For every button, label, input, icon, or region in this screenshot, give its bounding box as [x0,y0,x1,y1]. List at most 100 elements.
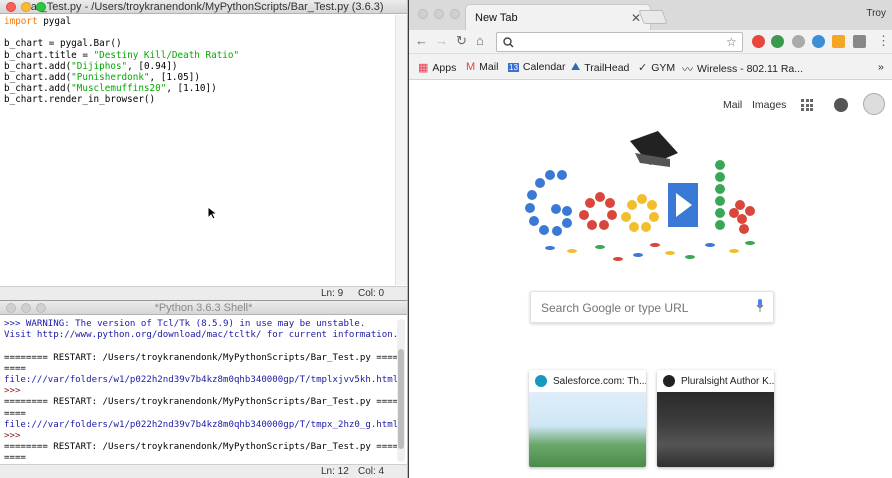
line-indicator: Ln: 9 [321,288,344,299]
forward-arrow-icon[interactable]: → [435,34,448,48]
extension-box-icon[interactable] [853,35,866,48]
trailhead-icon: ⛰ [571,61,581,73]
bookmarks-overflow[interactable]: » [878,61,884,73]
chrome-window: New Tab ✕ Troy ← → ↻ ⌂ ☆ ⋮ ▦ Apps M Mail 1… [409,0,892,478]
code-line: b_chart.title = [4,49,94,61]
profile-name[interactable]: Troy [866,8,886,19]
bookmark-apps[interactable]: ▦ Apps [418,61,457,75]
code-line: b_chart = pygal.Bar() [4,38,122,50]
line-indicator: Ln: 12 [321,466,349,477]
close-button[interactable] [418,9,428,19]
column-indicator: Col: 4 [358,466,385,477]
pluralsight-icon [663,375,675,387]
new-tab-page: Mail Images Search Google or type URL Sa… [409,81,892,478]
code-string: "Destiny Kill/Death Ratio" [93,49,240,61]
bookmark-gym[interactable]: ✓ GYM [638,61,676,75]
extension-grammarly-icon[interactable] [771,35,784,48]
apps-grid-icon[interactable] [801,99,813,111]
minimize-button[interactable] [21,2,31,12]
avatar[interactable] [863,93,885,115]
code-line: b_chart.render_in_browser() [4,94,156,106]
calendar-icon: 13 [508,62,519,72]
shell-restart-line: ======== RESTART: /Users/troykranendonk/… [4,352,404,363]
shell-restart-cont: ==== [4,363,26,374]
shell-restart-line: ======== RESTART: /Users/troykranendonk/… [4,442,404,453]
extension-opera-icon[interactable] [752,35,765,48]
bookmark-label: Wireless - 802.11 Ra... [697,63,804,75]
address-bar[interactable]: ☆ [496,32,743,52]
star-icon[interactable]: ☆ [726,35,737,49]
bookmark-label: GYM [651,61,676,74]
most-visited-tile[interactable]: Salesforce.com: Th... [529,370,646,467]
bookmark-calendar[interactable]: 13 Calendar [508,61,566,73]
minimize-button[interactable] [21,303,31,313]
zoom-button[interactable] [450,9,460,19]
home-icon[interactable]: ⌂ [476,34,484,48]
bookmark-label: Mail [479,61,499,73]
shell-restart-cont: ==== [4,408,26,419]
code-line: pygal [37,16,72,27]
apps-grid-icon: ▦ [418,62,429,74]
tab-new-tab[interactable]: New Tab ✕ [465,4,651,30]
extension-pencil-icon[interactable] [832,35,845,48]
tile-title: Pluralsight Author K... [681,376,774,387]
shell-restart-cont: ==== [4,453,26,464]
shell-file-path: file:///var/folders/w1/p022h2nd39v7b4kz8… [4,419,399,430]
mail-link[interactable]: Mail [723,99,742,111]
extension-circle-icon[interactable] [812,35,825,48]
zoom-button[interactable] [36,2,46,12]
bookmark-label: Calendar [522,61,566,73]
most-visited-tile[interactable]: Pluralsight Author K... [657,370,774,467]
search-input[interactable]: Search Google or type URL [530,291,774,323]
menu-icon[interactable]: ⋮ [877,34,890,48]
shell-prompt: >>> [4,386,21,397]
shell-titlebar: *Python 3.6.3 Shell* [0,301,407,315]
code-line: , [1.05]) [149,72,200,84]
checkmark-icon: ✓ [638,62,648,74]
bookmarks-bar: ▦ Apps M Mail 13 Calendar ⛰ TrailHead ✓ GYM 〰… [409,54,892,80]
code-line: , [1.10]) [166,83,217,95]
extension-g-icon[interactable] [792,35,805,48]
bookmark-label: Apps [432,61,457,74]
bookmark-trailhead[interactable]: ⛰ TrailHead [571,61,629,74]
code-string: "Punisherdonk" [71,72,150,84]
search-icon [503,37,514,48]
back-arrow-icon[interactable]: ← [415,34,428,48]
new-tab-button[interactable] [638,10,668,24]
code-line: b_chart.add( [4,60,72,72]
close-button[interactable] [6,303,16,313]
code-editor[interactable]: import pygal b_chart = pygal.Bar() b_cha… [4,16,239,106]
minimize-button[interactable] [434,9,444,19]
editor-statusbar: Ln: 9 Col: 0 [0,286,407,300]
code-line: b_chart.add( [4,72,72,84]
salesforce-icon [535,375,547,387]
shell-window: *Python 3.6.3 Shell* >>> WARNING: The ve… [0,300,408,478]
scrollbar-thumb[interactable] [398,349,404,449]
tile-thumbnail [529,392,646,467]
shell-warning: Visit http://www.python.org/download/mac… [4,330,399,341]
shell-prompt: >>> [4,431,21,442]
bookmark-wireless[interactable]: 〰 Wireless - 802.11 Ra... [682,61,803,77]
tab-strip: New Tab ✕ Troy [409,0,892,30]
close-button[interactable] [6,2,16,12]
shell-scrollbar[interactable] [397,319,405,462]
editor-scrollbar[interactable] [395,15,407,285]
zoom-button[interactable] [36,303,46,313]
google-doodle[interactable] [520,123,760,273]
shell-output[interactable]: >>> WARNING: The version of Tcl/Tk (8.5.… [4,319,404,465]
gmail-icon: M [466,61,476,73]
column-indicator: Col: 0 [358,288,385,299]
bookmark-mail[interactable]: M Mail [466,61,498,73]
bookmark-label: TrailHead [584,61,630,74]
search-placeholder: Search Google or type URL [541,301,689,315]
code-keyword: import [4,16,38,27]
wireless-icon: 〰 [682,64,693,76]
microphone-icon[interactable] [756,299,764,312]
reload-icon[interactable]: ↻ [456,34,467,48]
shell-restart-line: ======== RESTART: /Users/troykranendonk/… [4,397,404,408]
shell-file-path: file:///var/folders/w1/p022h2nd39v7b4kz8… [4,375,399,386]
tab-title: New Tab [475,12,518,24]
tile-title: Salesforce.com: Th... [553,376,646,387]
notifications-icon[interactable] [834,98,848,112]
images-link[interactable]: Images [752,99,786,111]
